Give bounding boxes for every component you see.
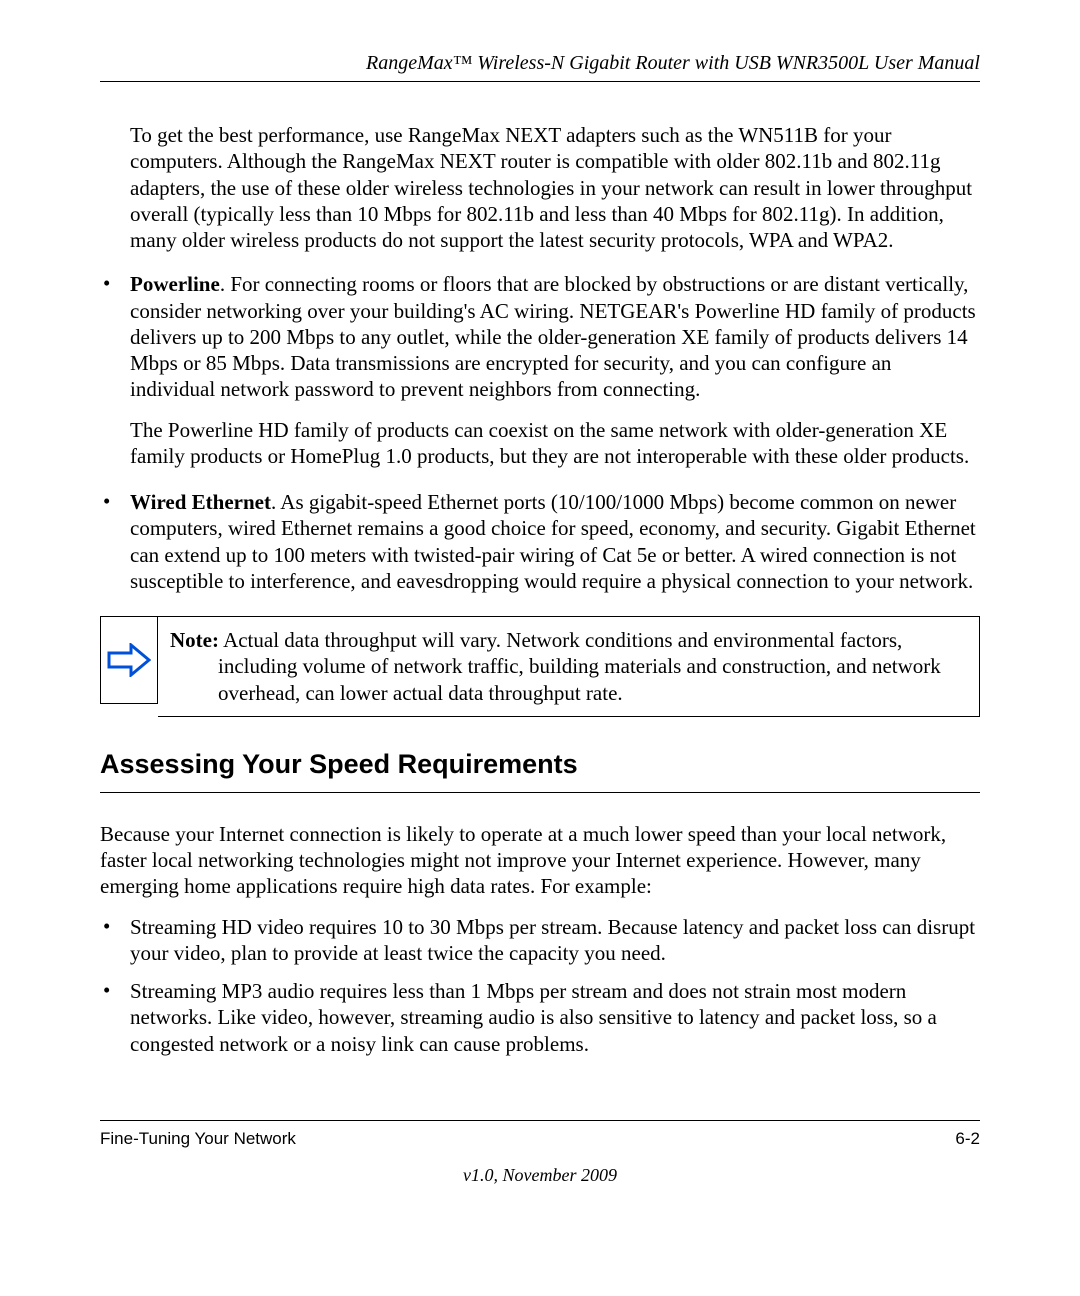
bullet-powerline-content: Powerline. For connecting rooms or floor… [130,271,980,479]
bullet-marker: • [100,978,130,1057]
note-label: Note: [170,628,219,652]
note-first-line: Actual data throughput will vary. Networ… [219,628,902,652]
footer-row: Fine-Tuning Your Network 6-2 [100,1129,980,1149]
bullet-mp3-audio: • Streaming MP3 audio requires less than… [100,978,980,1057]
bullet-marker: • [100,914,130,967]
note-icon-container [100,616,158,704]
section-heading: Assessing Your Speed Requirements [100,749,980,793]
footer-center: v1.0, November 2009 [100,1165,980,1186]
note-continuation: including volume of network traffic, bui… [218,653,963,706]
bullet-wired-lead: Wired Ethernet [130,490,271,514]
bullet-marker: • [100,489,130,594]
bullet-powerline-sub: The Powerline HD family of products can … [130,417,980,470]
footer-right: 6-2 [955,1129,980,1149]
note-box: Note: Actual data throughput will vary. … [100,616,980,717]
bullet-wired: • Wired Ethernet. As gigabit-speed Ether… [100,489,980,594]
bullet-powerline: • Powerline. For connecting rooms or flo… [100,271,980,479]
bullet-powerline-text: . For connecting rooms or floors that ar… [130,272,976,401]
note-content: Note: Actual data throughput will vary. … [158,616,980,717]
document-page: RangeMax™ Wireless-N Gigabit Router with… [0,0,1080,1057]
footer-left: Fine-Tuning Your Network [100,1129,296,1149]
page-header: RangeMax™ Wireless-N Gigabit Router with… [100,52,980,82]
footer-rule [100,1120,980,1121]
arrow-right-icon [107,643,151,677]
bullet-mp3-text: Streaming MP3 audio requires less than 1… [130,978,980,1057]
bullet-wired-content: Wired Ethernet. As gigabit-speed Etherne… [130,489,980,594]
page-footer: Fine-Tuning Your Network 6-2 v1.0, Novem… [100,1120,980,1186]
bullet-hd-text: Streaming HD video requires 10 to 30 Mbp… [130,914,980,967]
section-intro-para: Because your Internet connection is like… [100,821,980,900]
bullet-powerline-lead: Powerline [130,272,220,296]
bullet-marker: • [100,271,130,479]
intro-paragraph: To get the best performance, use RangeMa… [130,122,980,253]
bullet-hd-video: • Streaming HD video requires 10 to 30 M… [100,914,980,967]
header-title: RangeMax™ Wireless-N Gigabit Router with… [366,52,980,74]
